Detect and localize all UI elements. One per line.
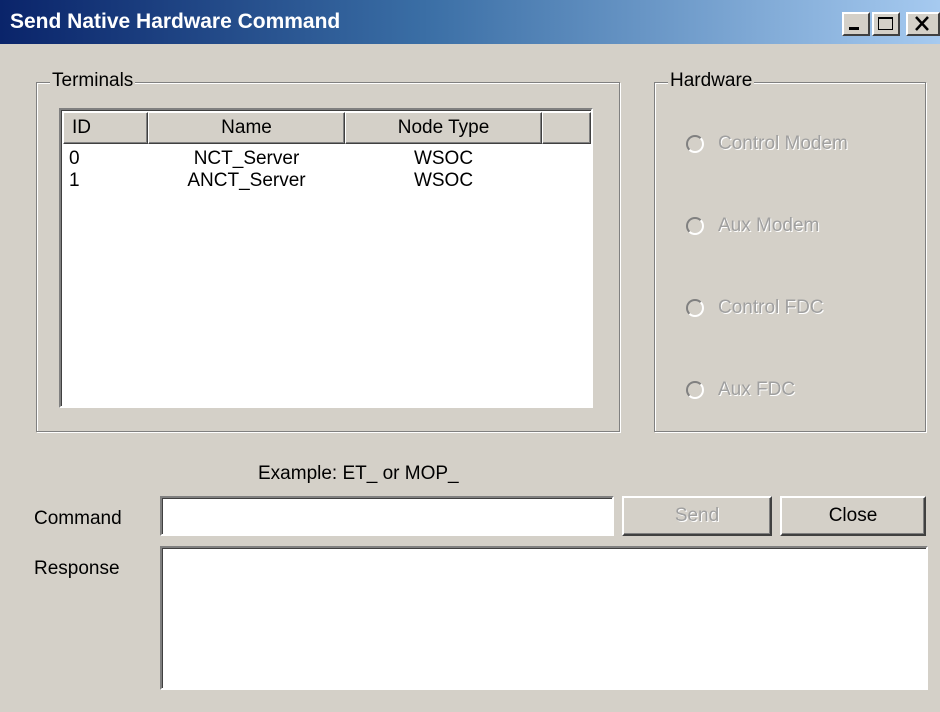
column-header-label: ID xyxy=(72,117,91,138)
command-label: Command xyxy=(34,508,122,529)
cell-id: 0 xyxy=(69,148,80,169)
radio-label: Aux Modem xyxy=(718,215,820,236)
radio-button-icon xyxy=(686,135,704,153)
command-example-hint: Example: ET_ or MOP_ xyxy=(258,463,459,484)
column-header-node-type[interactable]: Node Type xyxy=(345,112,542,144)
column-header-id[interactable]: ID xyxy=(63,112,148,144)
radio-aux-fdc[interactable]: Aux FDC xyxy=(686,379,916,403)
column-header-label: Name xyxy=(221,117,272,138)
table-row[interactable]: 1 ANCT_Server WSOC xyxy=(65,170,585,192)
radio-aux-modem[interactable]: Aux Modem xyxy=(686,215,916,239)
radio-button-icon xyxy=(686,299,704,317)
response-textarea[interactable] xyxy=(160,546,928,690)
cell-node-type: WSOC xyxy=(413,170,474,191)
send-button[interactable]: Send xyxy=(622,496,772,536)
radio-control-fdc[interactable]: Control FDC xyxy=(686,297,916,321)
radio-control-modem[interactable]: Control Modem xyxy=(686,133,916,157)
hardware-group-label: Hardware xyxy=(668,70,755,92)
terminals-group-label: Terminals xyxy=(50,70,136,92)
radio-label: Control Modem xyxy=(718,133,848,154)
cell-node-type: WSOC xyxy=(413,148,474,169)
title-bar[interactable]: Send Native Hardware Command xyxy=(0,0,940,44)
close-button-label: Close xyxy=(828,505,878,526)
terminals-list-header: ID Name Node Type xyxy=(63,112,591,144)
radio-button-icon xyxy=(686,217,704,235)
column-header-label: Node Type xyxy=(397,117,490,138)
maximize-icon xyxy=(878,17,893,30)
table-row[interactable]: 0 NCT_Server WSOC xyxy=(65,148,585,170)
response-label: Response xyxy=(34,558,120,579)
send-button-label: Send xyxy=(674,505,720,526)
radio-label: Control FDC xyxy=(718,297,824,318)
minimize-icon xyxy=(849,27,859,30)
cell-name: NCT_Server xyxy=(193,148,300,169)
maximize-button[interactable] xyxy=(872,12,900,36)
close-button[interactable]: Close xyxy=(780,496,926,536)
radio-button-icon xyxy=(686,381,704,399)
radio-label: Aux FDC xyxy=(718,379,796,400)
close-icon xyxy=(915,16,929,31)
terminals-list[interactable]: ID Name Node Type 0 NCT_Server WSOC 1 AN… xyxy=(59,108,593,408)
dialog-window: Send Native Hardware Command Terminals I… xyxy=(0,0,940,712)
command-input[interactable] xyxy=(160,496,614,536)
close-window-button[interactable] xyxy=(906,12,940,36)
column-header-empty[interactable] xyxy=(542,112,591,144)
cell-id: 1 xyxy=(69,170,80,191)
cell-name: ANCT_Server xyxy=(187,170,306,191)
window-title: Send Native Hardware Command xyxy=(10,10,341,33)
column-header-name[interactable]: Name xyxy=(148,112,345,144)
minimize-button[interactable] xyxy=(842,12,870,36)
